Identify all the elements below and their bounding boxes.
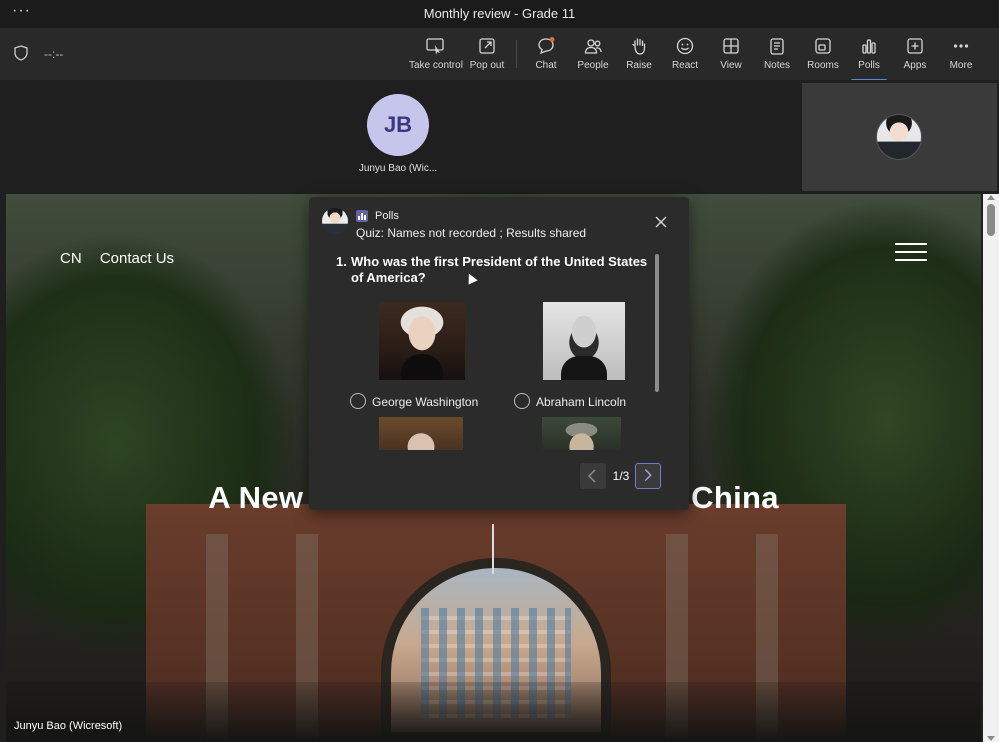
washington-portrait	[379, 302, 465, 380]
chevron-right-icon	[644, 469, 652, 482]
option-lincoln[interactable]: Abraham Lincoln	[514, 393, 634, 409]
participant-avatar[interactable]: JB	[367, 94, 429, 156]
take-control-icon	[426, 38, 444, 55]
hamburger-menu-icon[interactable]	[895, 243, 927, 261]
apps-icon	[907, 38, 923, 54]
raise-hand-icon	[632, 38, 646, 55]
presenter-label: Junyu Bao (Wicresoft)	[14, 720, 123, 732]
shared-screen-scrollbar[interactable]	[983, 194, 999, 742]
headline-left: A New	[208, 480, 304, 515]
notes-button[interactable]: Notes	[760, 36, 794, 76]
lincoln-portrait	[543, 302, 625, 380]
option-portrait-4	[542, 417, 621, 450]
title-bar: ··· Monthly review - Grade 11	[0, 0, 999, 28]
option-washington[interactable]: George Washington	[350, 393, 480, 409]
react-button[interactable]: React	[668, 36, 702, 76]
participant-strip: JB Junyu Bao (Wic...	[0, 80, 999, 194]
poll-pager: 1/3	[580, 463, 662, 489]
site-nav-cn-link[interactable]: CN	[60, 250, 82, 267]
window-title: Monthly review - Grade 11	[423, 6, 576, 21]
take-control-button[interactable]: Take control	[409, 36, 463, 76]
headline-right: China	[691, 480, 779, 515]
scrollbar-thumb[interactable]	[987, 204, 995, 236]
rooms-button[interactable]: Rooms	[806, 36, 840, 76]
meeting-timer: --:--	[44, 47, 64, 61]
view-button[interactable]: View	[714, 36, 748, 76]
poll-app-name: Polls	[375, 210, 399, 222]
chat-icon	[538, 37, 555, 55]
polls-app-icon	[356, 210, 368, 222]
close-icon[interactable]	[654, 215, 668, 229]
shield-icon[interactable]	[14, 45, 28, 61]
page-indicator: 1/3	[612, 469, 630, 483]
self-avatar-photo	[876, 114, 922, 160]
site-nav-contact-link[interactable]: Contact Us	[100, 250, 174, 267]
smiley-icon	[676, 37, 694, 55]
toolbar-divider	[516, 40, 517, 68]
site-nav: CN Contact Us	[60, 250, 188, 267]
grid-view-icon	[723, 38, 739, 54]
polls-button[interactable]: Polls	[851, 36, 887, 82]
participant-name: Junyu Bao (Wic...	[358, 163, 438, 174]
people-button[interactable]: People	[574, 36, 612, 76]
ground-shadow	[6, 682, 981, 742]
radio-button[interactable]	[514, 393, 530, 409]
question-text: Who was the first President of the Unite…	[351, 254, 648, 285]
question-number: 1.	[336, 254, 347, 269]
people-icon	[584, 39, 602, 54]
hanging-lamp	[492, 524, 494, 574]
notes-icon	[770, 38, 784, 55]
pop-out-icon	[479, 38, 495, 54]
more-icon	[953, 44, 969, 48]
self-video-tile[interactable]	[802, 83, 997, 191]
poll-scrollbar[interactable]	[655, 254, 659, 392]
chevron-left-icon	[587, 469, 596, 483]
poll-author-avatar	[322, 208, 348, 234]
poll-subtitle: Quiz: Names not recorded ; Results share…	[356, 226, 587, 240]
raise-hand-button[interactable]: Raise	[622, 36, 656, 76]
radio-button[interactable]	[350, 393, 366, 409]
polls-icon	[862, 39, 876, 54]
rooms-icon	[815, 38, 831, 54]
pop-out-button[interactable]: Pop out	[467, 36, 507, 76]
chat-button[interactable]: Chat	[530, 36, 562, 76]
apps-button[interactable]: Apps	[898, 36, 932, 76]
more-button[interactable]: More	[944, 36, 978, 76]
meeting-toolbar: --:-- Take control Pop out Chat People R…	[0, 28, 999, 82]
option-portrait-3	[379, 417, 463, 450]
next-page-button[interactable]	[635, 463, 661, 489]
poll-dialog: Polls Quiz: Names not recorded ; Results…	[309, 197, 689, 510]
scroll-up-arrow-icon[interactable]	[987, 195, 995, 200]
prev-page-button[interactable]	[580, 463, 606, 489]
scroll-down-arrow-icon[interactable]	[987, 736, 995, 741]
